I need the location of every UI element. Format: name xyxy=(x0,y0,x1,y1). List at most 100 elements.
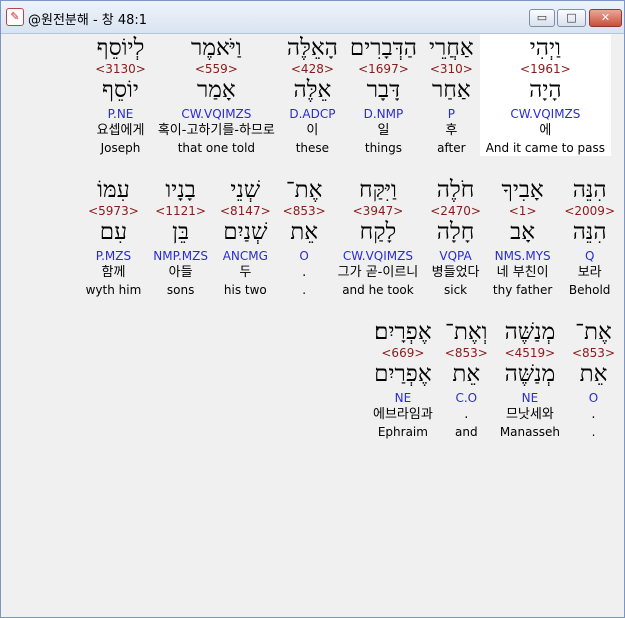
korean-gloss: 네 부친이 xyxy=(496,265,549,280)
english-gloss: his two xyxy=(223,283,267,297)
hebrew-word: אֶפְרָיִם׃ xyxy=(374,319,432,345)
korean-gloss: 두 xyxy=(239,265,252,280)
lexical-form: אֶפְרַיִם xyxy=(374,361,432,387)
word-cell[interactable]: הַדְּבָרִים <1697> דָּבָר D.NMP 일 things xyxy=(344,34,423,156)
english-gloss: And it came to pass xyxy=(485,141,605,155)
korean-gloss: 함께 xyxy=(101,265,126,280)
word-cell[interactable]: וְאֶת־ <853> אֵת C.O. and xyxy=(439,318,494,440)
word-cell[interactable]: מְנַשֶּׁה <4519> מְנַשֶּׁה NE 므낫세와 Manasseh xyxy=(494,318,566,440)
english-gloss: Behold xyxy=(568,283,611,297)
lexical-form: אָמַר xyxy=(196,77,236,103)
hebrew-word: וַיְהִי xyxy=(529,35,561,61)
english-gloss: thy father xyxy=(492,283,553,297)
english-gloss: . xyxy=(302,283,307,297)
morphology-code: VQPA xyxy=(439,249,472,263)
korean-gloss: . xyxy=(302,265,307,280)
strong-number: <2470> xyxy=(430,204,481,218)
hebrew-word: וַיֹּאמֶר xyxy=(191,35,242,61)
minimize-button[interactable]: ▭ xyxy=(529,9,555,27)
verse-row-3: אֶת־ <853> אֵת O.. מְנַשֶּׁה <4519> מְנַשֶּׁה N… xyxy=(4,318,621,440)
morphology-code: P.NE xyxy=(107,107,134,121)
morphology-code: NE xyxy=(394,391,412,405)
strong-number: <1961> xyxy=(520,62,571,76)
window-title: @원전분해 - 창 48:1 xyxy=(28,13,148,28)
word-cell[interactable]: אֶפְרָיִם׃ <669> אֶפְרַיִם NE 에브라임과 Ephraim xyxy=(367,318,439,440)
strong-number: <4519> xyxy=(504,346,556,360)
english-gloss: Ephraim xyxy=(377,425,428,439)
verse-row-1: וַיְהִי <1961> הָיָה CW.VQIMZS 에 And it came … xyxy=(4,34,611,156)
title-bar[interactable]: ✎ @원전분해 - 창 48:1 ▭ □ ✕ xyxy=(1,1,624,34)
english-gloss: and he took xyxy=(342,283,414,297)
lexical-form: אֵת xyxy=(452,361,481,387)
english-gloss: that one told xyxy=(177,141,256,155)
morphology-code: O xyxy=(588,391,599,405)
hebrew-word: הָאֵלֶּה xyxy=(286,35,338,61)
lexical-form: יוֹסֵף xyxy=(102,77,139,103)
hebrew-word: הַדְּבָרִים xyxy=(349,35,417,61)
hebrew-word: שְׁנֵי xyxy=(230,177,261,203)
morphology-code: C.O xyxy=(455,391,478,405)
word-cell[interactable]: אָבִיךָ <1> אָב NMS.MYS 네 부친이 thy father xyxy=(487,176,558,298)
lexical-form: אַחַר xyxy=(431,77,471,103)
english-gloss: Joseph xyxy=(100,141,141,155)
lexical-form: אֵלֶּה xyxy=(293,77,332,103)
korean-gloss: 이 xyxy=(306,123,319,138)
strong-number: <1121> xyxy=(155,204,206,218)
word-cell[interactable]: וַיִּקַּח <3947> לָקַח CW.VQIMZS 그가 곧-이르니 and… xyxy=(332,176,425,298)
analysis-pane: וַיְהִי <1961> הָיָה CW.VQIMZS 에 And it came … xyxy=(4,34,621,614)
word-cell[interactable]: וַיֹּאמֶר <559> אָמַר CW.VQIMZS 혹이-고하기를-하므로 t… xyxy=(152,34,281,156)
word-cell[interactable]: שְׁנֵי <8147> שְׁנַיִם ANCMG 두 his two xyxy=(214,176,277,298)
hebrew-word: בָנָיו xyxy=(165,177,196,203)
strong-number: <1697> xyxy=(358,62,409,76)
word-cell[interactable]: לְיוֹסֵף <3130> יוֹסֵף P.NE 요셉에게 Joseph xyxy=(89,34,152,156)
strong-number: <1> xyxy=(508,204,537,218)
hebrew-word: חֹלֶה xyxy=(436,177,475,203)
strong-number: <428> xyxy=(290,62,334,76)
english-gloss: sons xyxy=(166,283,195,297)
minimize-icon: ▭ xyxy=(536,11,548,24)
korean-gloss: 요셉에게 xyxy=(96,123,145,138)
strong-number: <853> xyxy=(571,346,615,360)
word-cell[interactable]: אֶת־ <853> אֵת O.. xyxy=(277,176,332,298)
morphology-code: NE xyxy=(521,391,539,405)
lexical-form: אֵת xyxy=(579,361,608,387)
hebrew-word: אֶת־ xyxy=(285,177,323,203)
morphology-code: D.NMP xyxy=(363,107,404,121)
lexical-form: לָקַח xyxy=(359,219,397,245)
close-button[interactable]: ✕ xyxy=(589,9,622,27)
korean-gloss: 아들 xyxy=(168,265,193,280)
word-cell[interactable]: הִנֵּה <2009> הִנֵּה Q 보라 Behold xyxy=(558,176,621,298)
app-logo-icon[interactable]: ✎ xyxy=(6,8,24,26)
korean-gloss: . xyxy=(464,407,469,422)
maximize-button[interactable]: □ xyxy=(557,9,586,27)
lexical-form: עִם xyxy=(99,219,128,245)
korean-gloss: 일 xyxy=(377,123,390,138)
word-cell[interactable]: הָאֵלֶּה <428> אֵלֶּה D.ADCP 이 these xyxy=(281,34,344,156)
lexical-form: מְנַשֶּׁה xyxy=(504,361,556,387)
hebrew-word: עִמּוֹ xyxy=(97,177,130,203)
lexical-form: הָיָה xyxy=(529,77,562,103)
english-gloss: and xyxy=(455,425,478,439)
morphology-code: CW.VQIMZS xyxy=(181,107,252,121)
strong-number: <669> xyxy=(381,346,425,360)
english-gloss: . xyxy=(591,425,596,439)
hebrew-word: לְיוֹסֵף xyxy=(96,35,145,61)
word-cell[interactable]: אֶת־ <853> אֵת O.. xyxy=(566,318,621,440)
strong-number: <559> xyxy=(194,62,238,76)
korean-gloss: 혹이-고하기를-하므로 xyxy=(157,123,275,138)
word-cell[interactable]: וַיְהִי <1961> הָיָה CW.VQIMZS 에 And it came … xyxy=(479,34,611,156)
korean-gloss: 그가 곧-이르니 xyxy=(337,265,419,280)
close-icon: ✕ xyxy=(600,11,611,24)
lexical-form: דָּבָר xyxy=(366,77,401,103)
word-cell[interactable]: אַחֲרֵי <310> אַחַר P 후 after xyxy=(423,34,480,156)
word-cell[interactable]: עִמּוֹ <5973> עִם P.MZS 함께 wyth him xyxy=(80,176,148,298)
morphology-code: P.MZS xyxy=(95,249,132,263)
morphology-code: NMP.MZS xyxy=(153,249,208,263)
lexical-form: חָלָה xyxy=(436,219,475,245)
morphology-code: CW.VQIMZS xyxy=(342,249,413,263)
word-cell[interactable]: בָנָיו <1121> בֵּן NMP.MZS 아들 sons xyxy=(147,176,214,298)
korean-gloss: 에 xyxy=(539,123,552,138)
korean-gloss: 에브라임과 xyxy=(372,407,433,422)
hebrew-word: וַיִּקַּח xyxy=(359,177,397,203)
word-cell[interactable]: חֹלֶה <2470> חָלָה VQPA 병들었다 sick xyxy=(424,176,487,298)
